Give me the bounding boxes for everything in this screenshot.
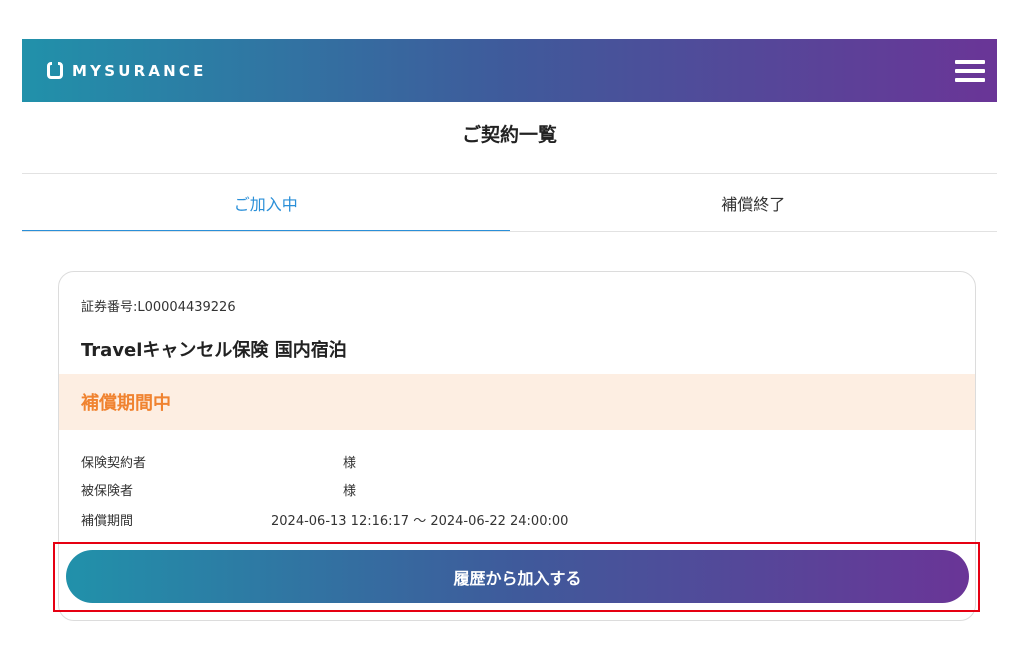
- page-title: ご契約一覧: [461, 124, 557, 146]
- status-badge: 補償期間中: [81, 393, 171, 414]
- app-header: MYSURANCE: [22, 39, 997, 102]
- detail-row-coverage-period: 補償期間 2024-06-13 12:16:17 ～ 2024-06-22 24…: [81, 510, 568, 529]
- status-band: 補償期間中: [59, 374, 975, 430]
- detail-label: 被保険者: [81, 484, 134, 499]
- join-from-history-button[interactable]: 履歴から加入する: [66, 550, 969, 603]
- shopping-bag-icon: [47, 62, 63, 79]
- contract-tabs: ご加入中 補償終了: [22, 174, 997, 232]
- detail-row-policyholder: 保険契約者 様: [81, 452, 356, 471]
- detail-label: 補償期間: [81, 514, 134, 529]
- tabs-divider: [22, 231, 997, 232]
- product-name: Travelキャンセル保険 国内宿泊: [81, 340, 347, 361]
- detail-value: 2024-06-13 12:16:17 ～ 2024-06-22 24:00:0…: [271, 514, 569, 529]
- brand-logo[interactable]: MYSURANCE: [47, 62, 207, 80]
- tab-active-contracts[interactable]: ご加入中: [22, 174, 510, 232]
- detail-label: 保険契約者: [81, 456, 147, 471]
- brand-name: MYSURANCE: [72, 61, 207, 80]
- detail-value: 様: [343, 484, 357, 499]
- hamburger-menu-icon[interactable]: [955, 59, 985, 82]
- detail-row-insured: 被保険者 様: [81, 480, 356, 499]
- detail-value: 様: [343, 456, 357, 471]
- tab-ended-contracts[interactable]: 補償終了: [510, 174, 998, 232]
- policy-number: 証券番号:L00004439226: [81, 300, 236, 315]
